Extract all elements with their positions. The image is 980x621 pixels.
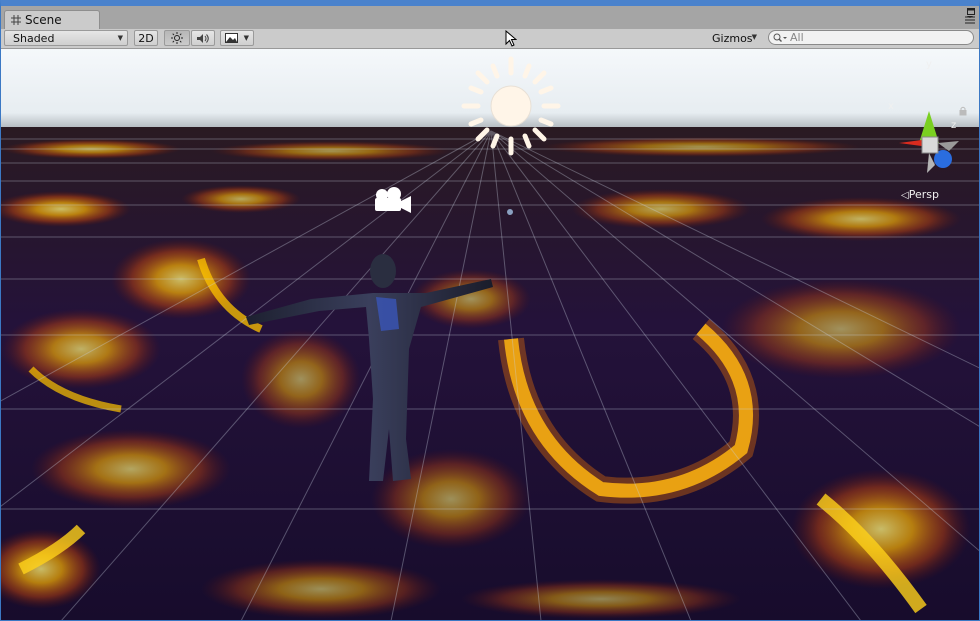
- mode-2d-label: 2D: [138, 31, 154, 45]
- gizmo-x-label: x: [888, 101, 894, 112]
- projection-toggle[interactable]: ◁Persp: [901, 188, 939, 201]
- projection-label: Persp: [908, 188, 939, 201]
- search-icon: [773, 33, 787, 42]
- scene-window: Scene Shaded ▼ 2D ▼ Gizmos ▼ All y x z ◁…: [0, 0, 980, 621]
- dropdown-arrow-icon: ▼: [243, 34, 249, 42]
- tab-scene[interactable]: Scene: [4, 10, 100, 29]
- tab-label: Scene: [25, 13, 62, 27]
- sun-toggle-icon: [171, 32, 183, 44]
- sun-icon[interactable]: [456, 51, 566, 161]
- search-placeholder: All: [790, 31, 804, 44]
- grid-icon: [11, 15, 21, 25]
- mouse-cursor: [505, 30, 517, 47]
- persp-arrow-icon: ◁: [901, 190, 909, 201]
- dropdown-arrow-icon: ▼: [751, 33, 757, 41]
- scene-viewport[interactable]: y x z ◁Persp: [1, 49, 979, 620]
- menu-icon[interactable]: [965, 16, 975, 24]
- speaker-icon: [197, 33, 209, 43]
- window-controls: [965, 8, 975, 24]
- scene-toolbar: Shaded ▼ 2D ▼ Gizmos ▼ All: [1, 29, 979, 49]
- gizmos-label: Gizmos: [712, 31, 753, 45]
- audio-toggle[interactable]: [191, 30, 215, 46]
- gizmo-y-label: y: [926, 59, 932, 70]
- maximize-icon[interactable]: [967, 8, 975, 15]
- shading-mode-label: Shaded: [13, 31, 55, 45]
- camera-icon[interactable]: [372, 185, 412, 215]
- dropdown-arrow-icon: ▼: [117, 34, 123, 42]
- scene-gizmo[interactable]: [889, 101, 969, 181]
- gizmo-z-label: z: [951, 120, 957, 131]
- tab-bar: Scene: [1, 6, 979, 29]
- gizmos-dropdown[interactable]: Gizmos ▼: [707, 30, 761, 46]
- light-probe: [507, 209, 513, 215]
- search-field[interactable]: All: [768, 30, 974, 45]
- lighting-toggle[interactable]: [164, 30, 190, 46]
- effects-dropdown[interactable]: ▼: [220, 30, 254, 46]
- shading-mode-dropdown[interactable]: Shaded ▼: [4, 30, 128, 46]
- lock-icon[interactable]: [959, 106, 967, 116]
- mode-2d-toggle[interactable]: 2D: [134, 30, 158, 46]
- image-icon: [225, 33, 238, 43]
